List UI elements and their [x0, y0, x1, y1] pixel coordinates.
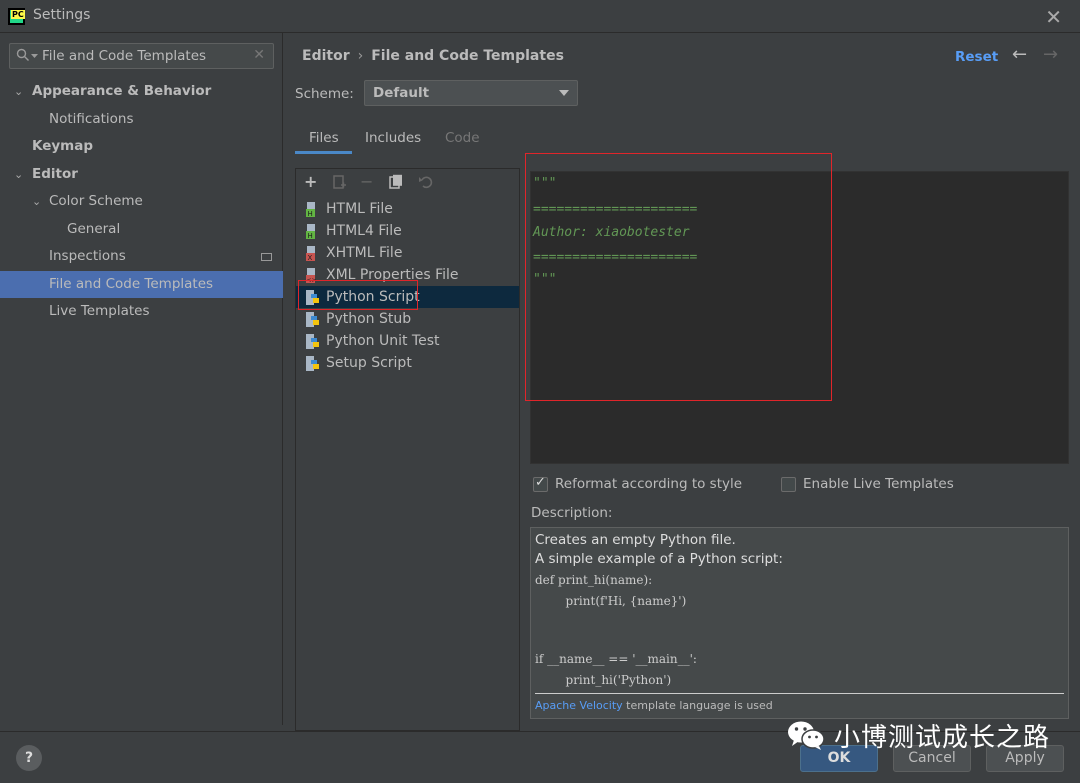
search-icon: [16, 48, 29, 61]
tree-item-label: Color Scheme: [49, 193, 143, 209]
reset-template-icon[interactable]: [418, 174, 433, 189]
search-field[interactable]: ✕: [9, 43, 274, 69]
project-scope-icon: [261, 253, 272, 261]
file-name: Python Stub: [326, 311, 412, 327]
python-file-icon: [306, 356, 319, 371]
xhtml-file-icon: X: [306, 246, 315, 261]
tree-item-file-and-code-templates[interactable]: File and Code Templates: [0, 270, 283, 298]
chevron-down-icon[interactable]: ⌄: [14, 78, 23, 106]
file-name: HTML4 File: [326, 223, 402, 239]
reformat-label[interactable]: Reformat according to style: [555, 476, 742, 492]
description-text: Creates an empty Python file.: [535, 532, 736, 548]
template-list-panel: + − H HTML File H HTML4 File X XHTML Fil…: [295, 168, 520, 731]
remove-template-button[interactable]: −: [360, 172, 373, 191]
html-file-icon: H: [306, 224, 315, 239]
live-templates-checkbox[interactable]: [781, 477, 796, 492]
tree-item-label: Inspections: [49, 248, 126, 264]
active-tab-indicator: [295, 151, 352, 154]
reset-link[interactable]: Reset: [955, 49, 998, 65]
tree-item-label: Live Templates: [49, 303, 150, 319]
svg-text:H: H: [308, 232, 313, 239]
pycharm-logo-icon: [8, 8, 25, 25]
breadcrumb-parent[interactable]: Editor: [302, 48, 350, 64]
highlight-box: [525, 153, 832, 401]
footer-text: template language is used: [622, 699, 773, 712]
copy-template-icon[interactable]: [389, 174, 404, 189]
list-item[interactable]: H HTML4 File: [296, 220, 519, 242]
tree-item-label: Editor: [32, 165, 78, 182]
settings-sidebar: ✕ ⌄ Appearance & Behavior Notifications …: [0, 33, 283, 725]
description-code: print(f'Hi, {name}'): [535, 594, 687, 608]
chevron-down-icon[interactable]: ⌄: [32, 188, 41, 216]
tree-item-keymap[interactable]: Keymap: [0, 133, 283, 161]
watermark: 小博测试成长之路: [786, 716, 1050, 754]
description-code: if __name__ == '__main__':: [535, 652, 697, 666]
search-dropdown-icon[interactable]: [31, 54, 38, 59]
tree-item-color-scheme[interactable]: ⌄ Color Scheme: [0, 188, 283, 216]
file-name: Python Unit Test: [326, 333, 440, 349]
tree-item-label: General: [67, 220, 121, 237]
watermark-text: 小博测试成长之路: [834, 722, 1051, 753]
tree-item-label: Keymap: [32, 138, 94, 154]
breadcrumb-separator: ›: [357, 48, 364, 64]
highlight-box: [298, 280, 418, 310]
add-child-template-icon[interactable]: [332, 175, 347, 190]
tree-item-general[interactable]: General: [0, 216, 283, 244]
file-name: Setup Script: [326, 355, 412, 371]
breadcrumb: Editor › File and Code Templates: [302, 48, 564, 64]
tree-item-label: Appearance & Behavior: [32, 83, 212, 99]
html-file-icon: H: [306, 202, 315, 217]
description-code: print_hi('Python'): [535, 673, 672, 687]
tree-item-live-templates[interactable]: Live Templates: [0, 298, 283, 326]
description-label: Description:: [531, 505, 613, 521]
tree-item-appearance-behavior[interactable]: ⌄ Appearance & Behavior: [0, 78, 283, 106]
title-bar: Settings ✕: [0, 0, 1080, 33]
description-panel: Creates an empty Python file. A simple e…: [530, 527, 1069, 719]
clear-search-icon[interactable]: ✕: [253, 47, 265, 63]
list-item[interactable]: Setup Script: [296, 352, 519, 374]
python-file-icon: [306, 312, 319, 327]
list-item[interactable]: H HTML File: [296, 198, 519, 220]
close-icon[interactable]: ✕: [1045, 5, 1062, 29]
tab-code[interactable]: Code: [445, 130, 480, 146]
description-code: def print_hi(name):: [535, 573, 653, 587]
scheme-dropdown[interactable]: Default: [364, 80, 578, 106]
search-input[interactable]: [42, 47, 252, 65]
help-button[interactable]: ?: [16, 745, 42, 771]
tree-item-editor[interactable]: ⌄ Editor: [0, 161, 283, 189]
wechat-logo-icon: [788, 721, 825, 750]
list-item[interactable]: Python Stub: [296, 308, 519, 330]
python-file-icon: [306, 334, 319, 349]
arrow-left-icon[interactable]: ←: [1012, 44, 1027, 65]
arrow-right-icon[interactable]: →: [1043, 44, 1058, 65]
window-title: Settings: [33, 7, 91, 23]
breadcrumb-current: File and Code Templates: [371, 48, 564, 64]
tree-item-label: File and Code Templates: [49, 275, 214, 292]
chevron-down-icon: [559, 90, 569, 96]
scheme-label: Scheme:: [295, 86, 354, 102]
live-templates-label[interactable]: Enable Live Templates: [803, 476, 954, 492]
description-divider: [535, 693, 1064, 694]
file-name: HTML File: [326, 201, 393, 217]
file-name: XHTML File: [326, 245, 403, 261]
svg-text:H: H: [308, 210, 313, 217]
svg-text:X: X: [308, 254, 313, 261]
settings-tree: ⌄ Appearance & Behavior Notifications Ke…: [0, 78, 283, 326]
description-text: A simple example of a Python script:: [535, 551, 783, 567]
scheme-value: Default: [373, 85, 430, 101]
template-toolbar: + −: [296, 169, 519, 195]
list-item[interactable]: X XHTML File: [296, 242, 519, 264]
tab-files[interactable]: Files: [309, 130, 339, 146]
tab-includes[interactable]: Includes: [365, 130, 421, 146]
velocity-link[interactable]: Apache Velocity: [535, 699, 623, 712]
tree-item-label: Notifications: [49, 110, 134, 127]
tree-item-inspections[interactable]: Inspections: [0, 243, 283, 271]
description-footer: Apache Velocity template language is use…: [535, 699, 773, 712]
chevron-down-icon[interactable]: ⌄: [14, 161, 23, 189]
reformat-checkbox[interactable]: [533, 475, 548, 492]
add-template-button[interactable]: +: [304, 172, 317, 191]
tree-item-notifications[interactable]: Notifications: [0, 106, 283, 134]
list-item[interactable]: Python Unit Test: [296, 330, 519, 352]
